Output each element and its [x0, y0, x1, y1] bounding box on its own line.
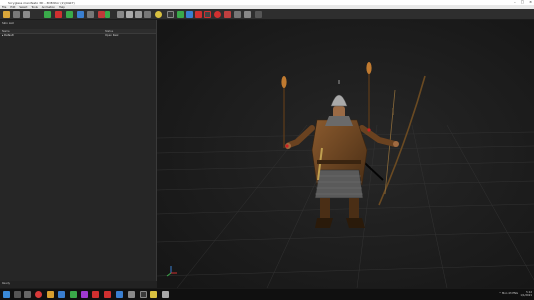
save-icon[interactable]: [13, 11, 20, 18]
app-icon-purple[interactable]: [81, 291, 88, 298]
skin-list-panel: Skin List Name Status ▸ Default Open Rea…: [0, 20, 157, 288]
list-item-status: Open Real: [105, 34, 119, 37]
app-icon-red-2[interactable]: [104, 291, 111, 298]
list-item[interactable]: ▸ Default Open Real: [0, 34, 156, 39]
loop-icon[interactable]: [244, 11, 251, 18]
render-icon[interactable]: [144, 11, 151, 18]
start-icon[interactable]: [3, 291, 10, 298]
clock-date: 1/1/2021: [520, 294, 532, 298]
panel-title: Skin List: [2, 21, 14, 25]
viewport-scene: [157, 20, 534, 288]
play-icon[interactable]: [234, 11, 241, 18]
vertex-icon[interactable]: [177, 11, 184, 18]
export-icon[interactable]: [23, 11, 30, 18]
window-title: Scryglass manifesto 3D - 3DEditor (2)(9l…: [8, 0, 75, 5]
3d-viewport[interactable]: [157, 20, 534, 288]
windows-taskbar: ^ Mon 43 ENG 5:12 1/1/2021: [0, 289, 534, 300]
select-tool-icon[interactable]: [44, 11, 51, 18]
camera-icon[interactable]: [135, 11, 142, 18]
column-header-name[interactable]: Name: [2, 30, 10, 33]
app-icon-red[interactable]: [92, 291, 99, 298]
record-icon[interactable]: [204, 11, 211, 18]
app-icon-blue[interactable]: [116, 291, 123, 298]
status-text: Ready: [2, 282, 11, 285]
light-icon[interactable]: [155, 11, 162, 18]
stop-icon[interactable]: [214, 11, 221, 18]
cursor-icon[interactable]: [167, 11, 174, 18]
rotate-tool-icon[interactable]: [66, 11, 73, 18]
edge-icon[interactable]: [186, 11, 193, 18]
app-icon-gray[interactable]: [128, 291, 135, 298]
list-item-name: ▸ Default: [2, 34, 14, 37]
taskbar-clock[interactable]: 5:12 1/1/2021: [520, 291, 532, 297]
editor-taskbar-icon[interactable]: [162, 291, 169, 298]
material-icon[interactable]: [105, 11, 110, 18]
task-view-icon[interactable]: [24, 291, 31, 298]
main-toolbar: Lighting Wireframe Bones Export Grid Sho…: [0, 9, 534, 25]
link-icon[interactable]: [126, 11, 133, 18]
system-tray[interactable]: ^ Mon 43 ENG: [499, 292, 518, 295]
app-icon-dark[interactable]: [140, 291, 147, 298]
column-header-status[interactable]: Status: [105, 30, 113, 33]
browser-icon[interactable]: [35, 291, 42, 298]
file-explorer-icon[interactable]: [47, 291, 54, 298]
status-bar: Ready: [0, 281, 157, 288]
open-folder-icon[interactable]: [3, 11, 10, 18]
search-icon[interactable]: [14, 291, 21, 298]
app-window: Scryglass manifesto 3D - 3DEditor (2)(9l…: [0, 0, 534, 300]
settings-icon[interactable]: [255, 11, 262, 18]
bone-icon[interactable]: [117, 11, 124, 18]
app-icon-yellow[interactable]: [150, 291, 157, 298]
face-icon[interactable]: [195, 11, 202, 18]
keyframe-icon[interactable]: [224, 11, 231, 18]
mail-icon[interactable]: [58, 291, 65, 298]
scale-tool-icon[interactable]: [77, 11, 84, 18]
move-tool-icon[interactable]: [55, 11, 62, 18]
texture-icon[interactable]: [98, 11, 105, 18]
mesh-icon[interactable]: [87, 11, 94, 18]
store-icon[interactable]: [70, 291, 77, 298]
